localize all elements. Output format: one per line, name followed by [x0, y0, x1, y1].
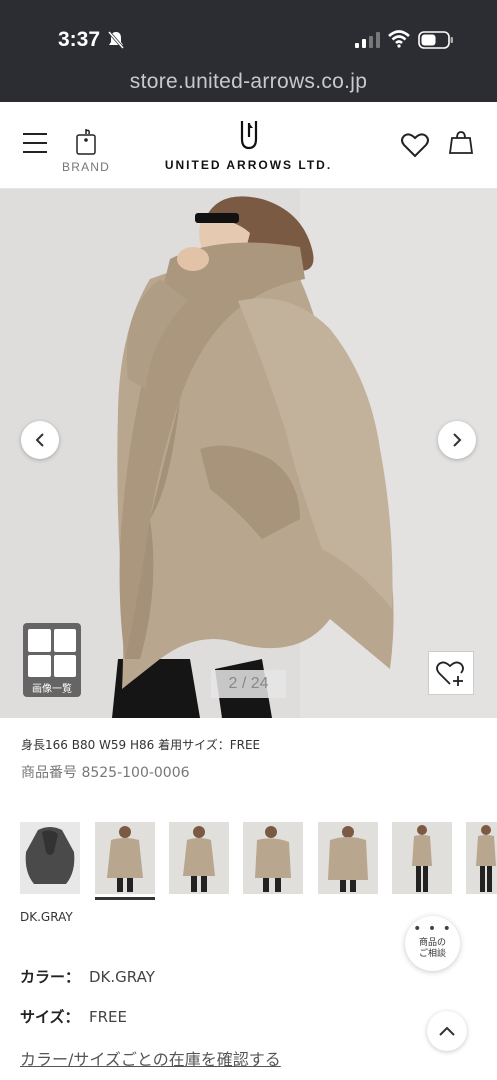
selected-thumbnail-indicator — [95, 897, 155, 900]
thumbnail-item[interactable] — [243, 822, 303, 894]
product-image-carousel[interactable]: 画像一覧 2 / 24 — [0, 189, 497, 718]
thumbnail-item[interactable] — [392, 822, 452, 894]
scroll-to-top-button[interactable] — [427, 1011, 467, 1051]
thumbnail-item[interactable] — [20, 822, 80, 894]
previous-image-button[interactable] — [21, 421, 59, 459]
color-attribute-row: カラー： DK.GRAY — [20, 966, 155, 987]
address-bar-url[interactable]: store.united-arrows.co.jp — [0, 70, 497, 94]
thumbnail-item[interactable] — [466, 822, 497, 894]
chevron-right-icon — [453, 433, 462, 447]
thumbnail-item[interactable] — [169, 822, 229, 894]
more-dots-icon: • • • — [413, 921, 452, 937]
check-stock-link[interactable]: カラー/サイズごとの在庫を確認する — [20, 1046, 281, 1070]
bell-muted-icon — [107, 31, 125, 49]
color-value: DK.GRAY — [89, 968, 155, 986]
product-consult-button[interactable]: • • • 商品の ご相談 — [405, 916, 460, 971]
consult-label-line1: 商品の — [418, 938, 446, 948]
site-logo-text[interactable]: UNITED ARROWS LTD. — [0, 158, 497, 172]
thumbnail-item[interactable] — [95, 822, 155, 894]
battery-icon — [418, 31, 453, 49]
size-key: サイズ： — [20, 1008, 80, 1026]
add-to-favorites-button[interactable] — [428, 651, 474, 695]
size-attribute-row: サイズ： FREE — [20, 1006, 127, 1027]
shopping-bag-icon[interactable] — [448, 130, 474, 156]
size-value: FREE — [89, 1008, 128, 1026]
grid-icon — [28, 629, 76, 677]
heart-plus-icon — [436, 661, 464, 686]
favorites-heart-icon[interactable] — [401, 132, 429, 158]
image-list-label: 画像一覧 — [32, 684, 72, 695]
consult-label-line2: ご相談 — [418, 949, 446, 959]
next-image-button[interactable] — [438, 421, 476, 459]
wifi-icon — [388, 30, 410, 48]
browser-chrome: 3:37 store.united-arrows.co.jp — [0, 0, 497, 102]
color-key: カラー： — [20, 968, 81, 986]
clock: 3:37 — [58, 28, 101, 51]
color-thumbnails — [20, 822, 497, 902]
model-size-info: 身長166 B80 W59 H86 着用サイズ：FREE — [21, 738, 261, 752]
chevron-left-icon — [35, 433, 44, 447]
cellular-signal-icon — [355, 32, 380, 48]
united-arrows-logo-icon[interactable] — [238, 119, 260, 151]
chevron-up-icon — [439, 1026, 455, 1036]
site-header: BRAND UNITED ARROWS LTD. — [0, 102, 497, 189]
image-list-button[interactable]: 画像一覧 — [23, 623, 81, 697]
color-caption: DK.GRAY — [20, 910, 73, 924]
product-number: 商品番号 8525-100-0006 — [21, 765, 190, 781]
hamburger-menu-icon[interactable] — [22, 132, 48, 154]
brand-tag-icon[interactable] — [74, 128, 98, 156]
image-page-indicator: 2 / 24 — [211, 670, 286, 698]
thumbnail-item[interactable] — [318, 822, 378, 894]
